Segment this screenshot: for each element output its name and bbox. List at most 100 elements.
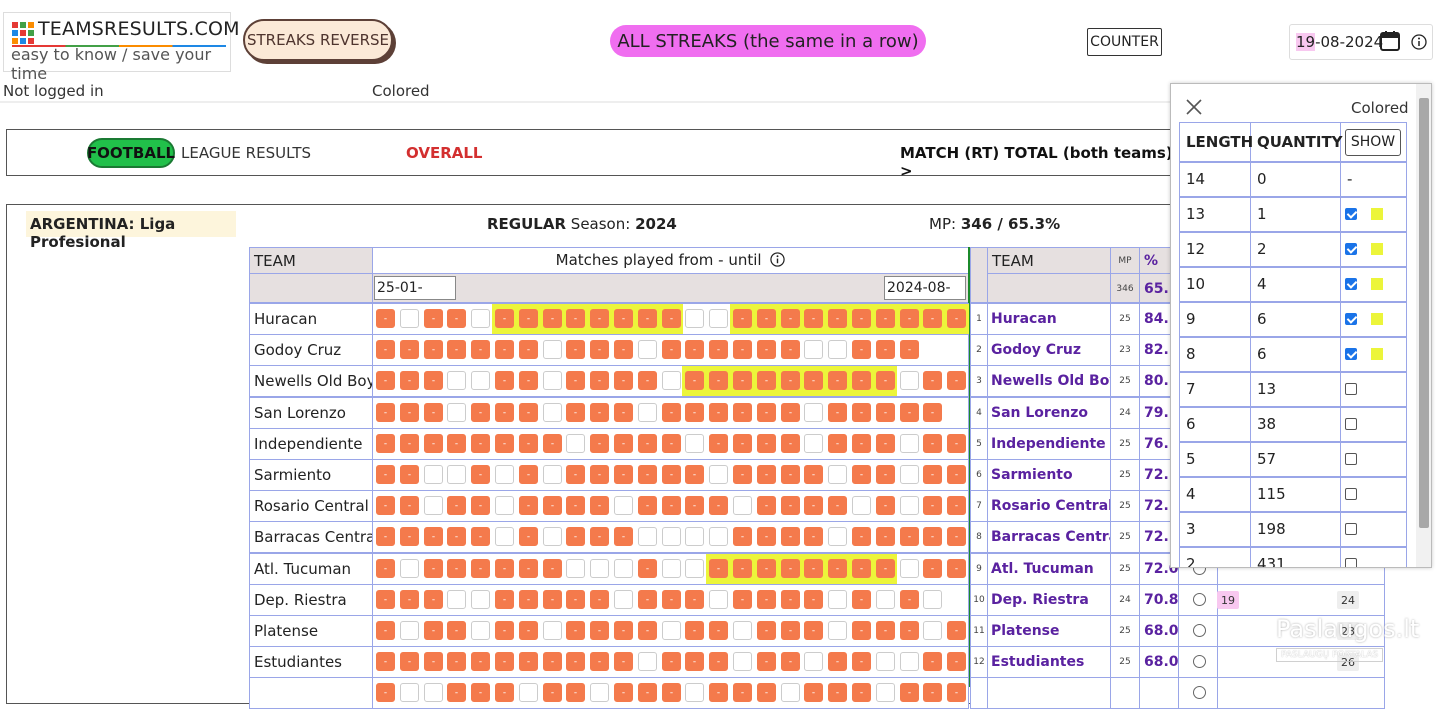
match-result-box[interactable]: - xyxy=(376,465,395,484)
match-result-box[interactable]: - xyxy=(781,559,800,578)
match-result-box[interactable]: - xyxy=(614,465,633,484)
match-result-box[interactable]: - xyxy=(447,683,466,702)
team-name[interactable]: Sarmiento xyxy=(249,459,373,491)
match-result-box[interactable]: - xyxy=(685,496,704,515)
team-name[interactable]: Atl. Tucuman xyxy=(249,553,373,585)
match-result-box[interactable]: - xyxy=(566,527,585,546)
match-result-box[interactable]: - xyxy=(685,590,704,609)
date-until-input[interactable]: 2024-08-18 xyxy=(884,276,966,318)
match-result-box[interactable]: - xyxy=(733,559,752,578)
match-result-box[interactable]: - xyxy=(733,309,752,328)
match-result-box[interactable] xyxy=(638,652,657,671)
match-result-box[interactable]: - xyxy=(733,434,752,453)
match-result-box[interactable]: - xyxy=(804,465,823,484)
row-radio[interactable] xyxy=(1193,686,1206,699)
match-result-box[interactable]: - xyxy=(614,527,633,546)
match-result-box[interactable]: - xyxy=(614,434,633,453)
match-result-box[interactable]: - xyxy=(471,559,490,578)
match-result-box[interactable]: - xyxy=(900,527,919,546)
match-result-box[interactable] xyxy=(876,652,895,671)
match-result-box[interactable] xyxy=(495,496,514,515)
match-result-box[interactable] xyxy=(852,496,871,515)
match-result-box[interactable]: - xyxy=(876,527,895,546)
match-result-box[interactable] xyxy=(804,340,823,359)
match-result-box[interactable]: - xyxy=(900,590,919,609)
match-result-box[interactable] xyxy=(828,590,847,609)
match-result-box[interactable]: - xyxy=(757,496,776,515)
match-result-box[interactable]: - xyxy=(923,434,942,453)
match-result-box[interactable]: - xyxy=(376,340,395,359)
match-result-box[interactable]: - xyxy=(876,371,895,390)
match-result-box[interactable]: - xyxy=(566,590,585,609)
streak-checkbox[interactable] xyxy=(1345,208,1357,220)
match-result-box[interactable]: - xyxy=(733,340,752,359)
site-logo[interactable]: TEAMSRESULTS.COM easy to know / save you… xyxy=(3,12,240,83)
match-result-box[interactable]: - xyxy=(376,371,395,390)
match-result-box[interactable]: - xyxy=(519,590,538,609)
match-result-box[interactable]: - xyxy=(590,403,609,422)
match-result-box[interactable] xyxy=(900,559,919,578)
match-result-box[interactable]: - xyxy=(900,403,919,422)
match-result-box[interactable]: - xyxy=(923,309,942,328)
match-result-box[interactable]: - xyxy=(804,527,823,546)
match-result-box[interactable]: - xyxy=(376,496,395,515)
match-result-box[interactable]: - xyxy=(947,559,966,578)
match-result-box[interactable]: - xyxy=(543,652,562,671)
match-result-box[interactable]: - xyxy=(495,683,514,702)
close-icon[interactable] xyxy=(1185,98,1203,116)
match-result-box[interactable]: - xyxy=(876,621,895,640)
show-button[interactable]: SHOW xyxy=(1345,129,1401,156)
match-result-box[interactable]: - xyxy=(376,559,395,578)
calendar-icon[interactable] xyxy=(1379,30,1401,52)
team-link[interactable]: Sarmiento xyxy=(987,459,1111,491)
match-result-box[interactable]: - xyxy=(733,590,752,609)
match-result-box[interactable]: - xyxy=(757,590,776,609)
match-result-box[interactable] xyxy=(424,496,443,515)
match-result-box[interactable]: - xyxy=(590,590,609,609)
match-result-box[interactable]: - xyxy=(638,496,657,515)
match-result-box[interactable]: - xyxy=(376,621,395,640)
streak-checkbox[interactable] xyxy=(1345,488,1357,500)
match-result-box[interactable]: - xyxy=(828,434,847,453)
match-result-box[interactable]: - xyxy=(471,465,490,484)
streak-checkbox[interactable] xyxy=(1345,523,1357,535)
match-result-box[interactable]: - xyxy=(566,403,585,422)
match-result-box[interactable]: - xyxy=(447,652,466,671)
match-result-box[interactable] xyxy=(543,371,562,390)
match-result-box[interactable]: - xyxy=(590,340,609,359)
match-result-box[interactable]: - xyxy=(781,590,800,609)
match-result-box[interactable] xyxy=(923,621,942,640)
team-link[interactable]: Rosario Central xyxy=(987,490,1111,522)
match-result-box[interactable]: - xyxy=(709,621,728,640)
match-result-box[interactable]: - xyxy=(685,652,704,671)
match-result-box[interactable]: - xyxy=(852,527,871,546)
match-result-box[interactable]: - xyxy=(400,403,419,422)
match-result-box[interactable] xyxy=(590,559,609,578)
match-result-box[interactable]: - xyxy=(923,559,942,578)
match-result-box[interactable]: - xyxy=(495,309,514,328)
match-result-box[interactable]: - xyxy=(923,652,942,671)
match-result-box[interactable]: - xyxy=(662,309,681,328)
football-tab[interactable]: FOOTBALL xyxy=(87,138,175,168)
team-name[interactable]: Platense xyxy=(249,615,373,647)
match-result-box[interactable]: - xyxy=(590,309,609,328)
match-result-box[interactable] xyxy=(590,683,609,702)
match-result-box[interactable]: - xyxy=(709,559,728,578)
match-result-box[interactable]: - xyxy=(495,403,514,422)
match-result-box[interactable]: - xyxy=(566,309,585,328)
match-result-box[interactable]: - xyxy=(923,496,942,515)
match-result-box[interactable]: - xyxy=(566,496,585,515)
match-result-box[interactable]: - xyxy=(566,621,585,640)
match-result-box[interactable]: - xyxy=(709,371,728,390)
match-result-box[interactable]: - xyxy=(804,683,823,702)
match-result-box[interactable]: - xyxy=(685,465,704,484)
match-result-box[interactable]: - xyxy=(638,309,657,328)
match-result-box[interactable]: - xyxy=(638,590,657,609)
match-result-box[interactable]: - xyxy=(828,559,847,578)
match-result-box[interactable]: - xyxy=(709,496,728,515)
match-result-box[interactable]: - xyxy=(376,403,395,422)
match-result-box[interactable]: - xyxy=(614,340,633,359)
match-result-box[interactable] xyxy=(662,559,681,578)
match-result-box[interactable] xyxy=(828,621,847,640)
match-result-box[interactable] xyxy=(709,527,728,546)
